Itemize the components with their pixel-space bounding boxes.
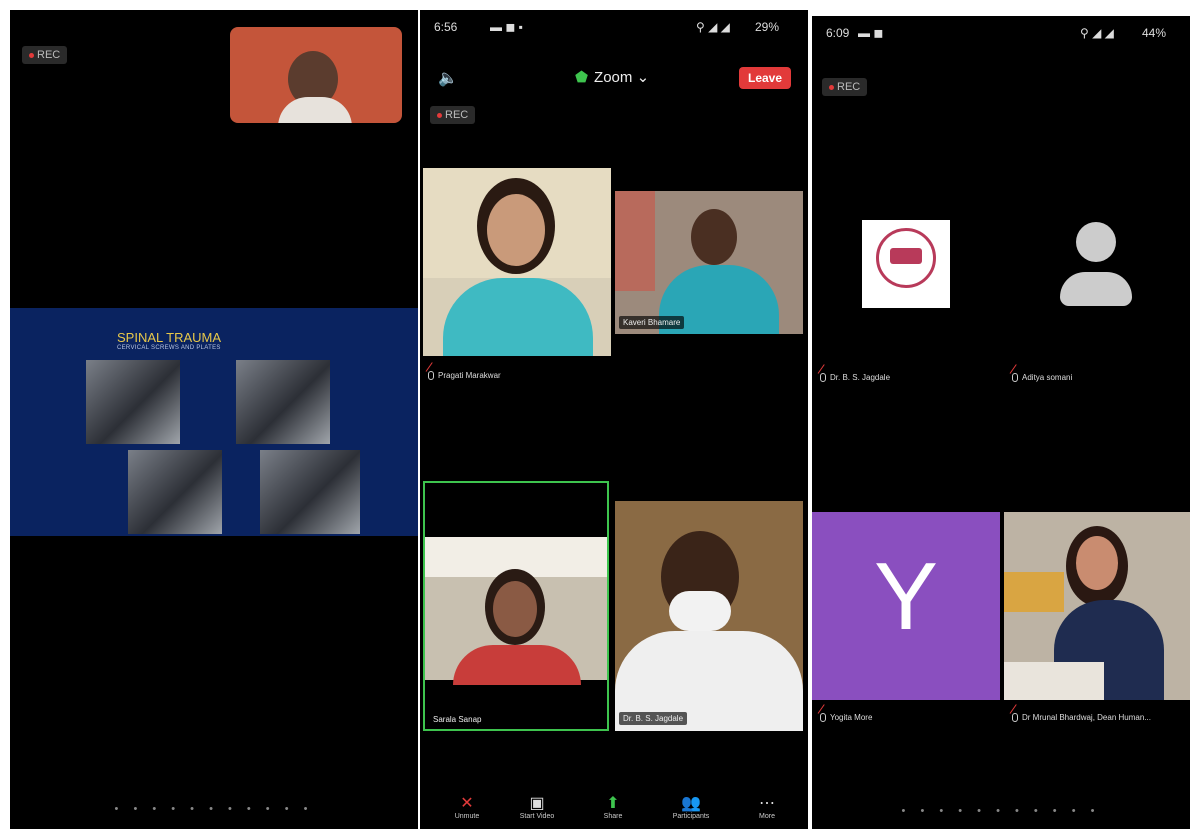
face-mask	[669, 591, 731, 631]
video-tile-mrunal[interactable]	[1004, 512, 1190, 700]
video-tile-sarala-active[interactable]: Sarala Sanap	[423, 481, 609, 731]
chevron-down-icon: ⌄	[636, 69, 650, 86]
xray-image-2	[236, 360, 330, 444]
meeting-screen-left: REC SPINAL TRAUMA CERVICAL SCREWS AND PL…	[10, 10, 418, 829]
toolbar-label: Unmute	[454, 813, 480, 820]
share-button[interactable]: ⬆ Share	[578, 793, 648, 820]
battery-level: 44%	[1142, 26, 1167, 40]
participants-button[interactable]: 👥 Participants	[656, 793, 726, 820]
participant-name: Pragati Marakwar	[438, 371, 501, 380]
status-notification-icons: ▬ ◼ ▪	[490, 20, 523, 34]
participant-name: Dr. B. S. Jagdale	[830, 373, 891, 382]
host-shirt	[278, 97, 352, 123]
avatar-head	[1076, 222, 1116, 262]
recording-indicator: REC	[430, 106, 476, 124]
saree	[453, 645, 581, 685]
participant-name-tag: Dr. B. S. Jagdale	[619, 712, 688, 725]
record-dot-icon	[437, 112, 442, 118]
recording-indicator: REC	[822, 78, 868, 96]
mic-muted-icon	[1012, 713, 1018, 723]
more-icon: ⋯	[759, 795, 775, 812]
mic-muted-icon	[428, 371, 434, 381]
mic-muted-icon	[820, 373, 826, 383]
more-button[interactable]: ⋯ More	[732, 793, 802, 820]
status-signal-icons: ⚲ ◢ ◢	[1080, 26, 1114, 40]
face	[691, 209, 737, 265]
page-indicator[interactable]: • • • • • • • • • • •	[812, 805, 1190, 817]
start-video-button[interactable]: ▣ Start Video	[502, 793, 572, 820]
mic-muted-icon	[1012, 373, 1018, 383]
participant-name: Dr Mrunal Bhardwaj, Dean Human...	[1022, 713, 1151, 722]
participant-label: Dr Mrunal Bhardwaj, Dean Human...	[1012, 713, 1151, 723]
shared-slide: SPINAL TRAUMA CERVICAL SCREWS AND PLATES	[10, 308, 418, 536]
rec-label: REC	[837, 81, 861, 93]
participant-name: Aditya somani	[1022, 373, 1073, 382]
mic-muted-icon	[820, 713, 826, 723]
desk-papers	[1004, 662, 1104, 700]
rec-label: REC	[445, 109, 469, 121]
status-notification-icons: ▬ ◼	[858, 26, 884, 40]
status-time: 6:09	[826, 26, 850, 40]
mic-off-icon: ✕	[460, 795, 474, 812]
record-dot-icon	[829, 84, 834, 90]
battery-level: 29%	[755, 20, 780, 34]
participant-name: Yogita More	[830, 713, 873, 722]
host-video-thumbnail[interactable]	[230, 27, 402, 123]
share-icon: ⬆	[606, 795, 620, 812]
meeting-title[interactable]: ⬟ Zoom ⌄	[575, 68, 649, 86]
meeting-screen-center: 6:56 ▬ ◼ ▪ ⚲ ◢ ◢ 29% 🔈 ⬟ Zoom ⌄ Leave REC…	[420, 10, 808, 829]
face	[1076, 536, 1118, 590]
xray-image-4	[260, 450, 360, 534]
participants-icon: 👥	[681, 795, 701, 812]
recording-indicator: REC	[22, 46, 68, 64]
record-dot-icon	[29, 52, 34, 58]
curtain	[615, 191, 655, 291]
participant-label: Dr. B. S. Jagdale	[820, 373, 891, 383]
video-tile-pragati[interactable]	[423, 168, 611, 356]
seal-emblem	[890, 248, 922, 264]
shirt	[443, 278, 593, 356]
unmute-button[interactable]: ✕ Unmute	[432, 793, 502, 820]
status-signal-icons: ⚲ ◢ ◢	[696, 20, 730, 34]
slide-subtitle: CERVICAL SCREWS AND PLATES	[117, 345, 221, 351]
institution-logo-tile[interactable]	[862, 220, 950, 308]
shield-icon: ⬟	[575, 69, 589, 86]
avatar-body	[1060, 272, 1132, 306]
xray-image-1	[86, 360, 180, 444]
toolbar-label: More	[759, 813, 775, 820]
participant-name-tag: Sarala Sanap	[433, 715, 482, 724]
xray-image-3	[128, 450, 222, 534]
rec-label: REC	[37, 49, 61, 61]
toolbar-label: Share	[603, 813, 623, 820]
toolbar-label: Start Video	[519, 813, 555, 820]
video-off-icon: ▣	[529, 795, 545, 812]
initial-avatar: Y	[873, 543, 939, 650]
default-avatar-icon[interactable]	[1056, 222, 1136, 312]
leave-button[interactable]: Leave	[739, 67, 792, 89]
shelf	[1004, 572, 1064, 612]
video-tile-jagdale[interactable]: Dr. B. S. Jagdale	[615, 501, 803, 731]
meeting-toolbar: ✕ Unmute ▣ Start Video ⬆ Share 👥 Participant…	[420, 791, 808, 829]
status-time: 6:56	[434, 20, 458, 34]
video-tile-yogita[interactable]: Y	[812, 512, 1000, 700]
video-tile-kaveri[interactable]: Kaveri Bhamare	[615, 191, 803, 334]
face	[487, 194, 545, 266]
slide-title: SPINAL TRAUMA	[117, 330, 222, 345]
app-title: Zoom	[594, 69, 633, 86]
participant-label: Aditya somani	[1012, 373, 1073, 383]
participant-label: Yogita More	[820, 713, 873, 723]
participant-label: Pragati Marakwar	[428, 371, 501, 381]
participant-name-tag: Kaveri Bhamare	[619, 316, 685, 329]
face	[493, 581, 537, 637]
speaker-icon[interactable]: 🔈	[438, 68, 458, 88]
video-frame	[425, 537, 607, 685]
page-indicator[interactable]: • • • • • • • • • • •	[10, 803, 418, 815]
toolbar-label: Participants	[672, 813, 710, 820]
meeting-screen-right: 6:09 ▬ ◼ ⚲ ◢ ◢ 44% REC Dr. B. S. Jagdale…	[812, 16, 1190, 829]
